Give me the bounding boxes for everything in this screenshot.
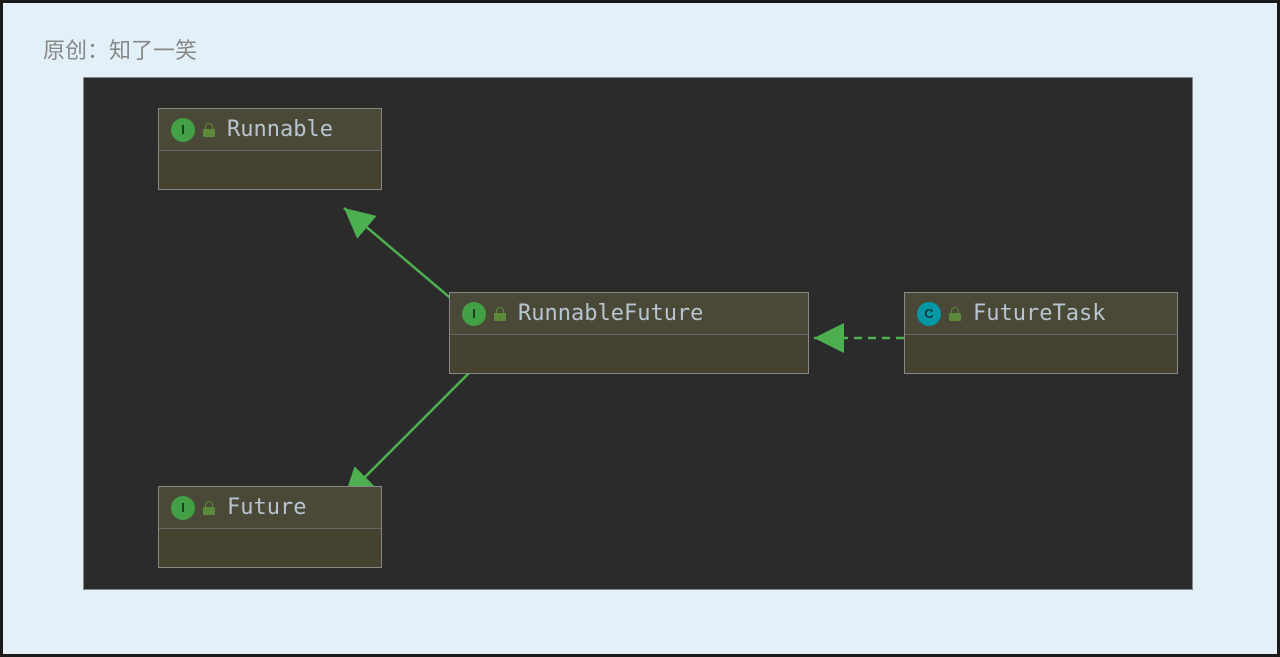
class-name-label: Runnable	[227, 117, 333, 142]
class-body	[159, 529, 381, 567]
class-box-runnablefuture: I RunnableFuture	[449, 292, 809, 374]
class-box-future: I Future	[158, 486, 382, 568]
class-box-runnable: I Runnable	[158, 108, 382, 190]
interface-icon: I	[171, 118, 195, 142]
interface-icon: I	[171, 496, 195, 520]
class-icon: C	[917, 302, 941, 326]
class-body	[905, 335, 1177, 373]
class-name-label: Future	[227, 495, 306, 520]
edge-runnablefuture-to-future	[344, 368, 474, 498]
class-body	[159, 151, 381, 189]
lock-icon	[494, 307, 506, 321]
class-header: C FutureTask	[905, 293, 1177, 335]
class-header: I RunnableFuture	[450, 293, 808, 335]
lock-icon	[949, 307, 961, 321]
class-name-label: RunnableFuture	[518, 301, 703, 326]
lock-icon	[203, 501, 215, 515]
class-body	[450, 335, 808, 373]
class-box-futuretask: C FutureTask	[904, 292, 1178, 374]
interface-icon: I	[462, 302, 486, 326]
uml-diagram: I Runnable I Future I RunnableFuture C F…	[83, 77, 1193, 590]
class-header: I Future	[159, 487, 381, 529]
lock-icon	[203, 123, 215, 137]
class-header: I Runnable	[159, 109, 381, 151]
class-name-label: FutureTask	[973, 301, 1105, 326]
attribution-text: 原创：知了一笑	[43, 33, 197, 65]
